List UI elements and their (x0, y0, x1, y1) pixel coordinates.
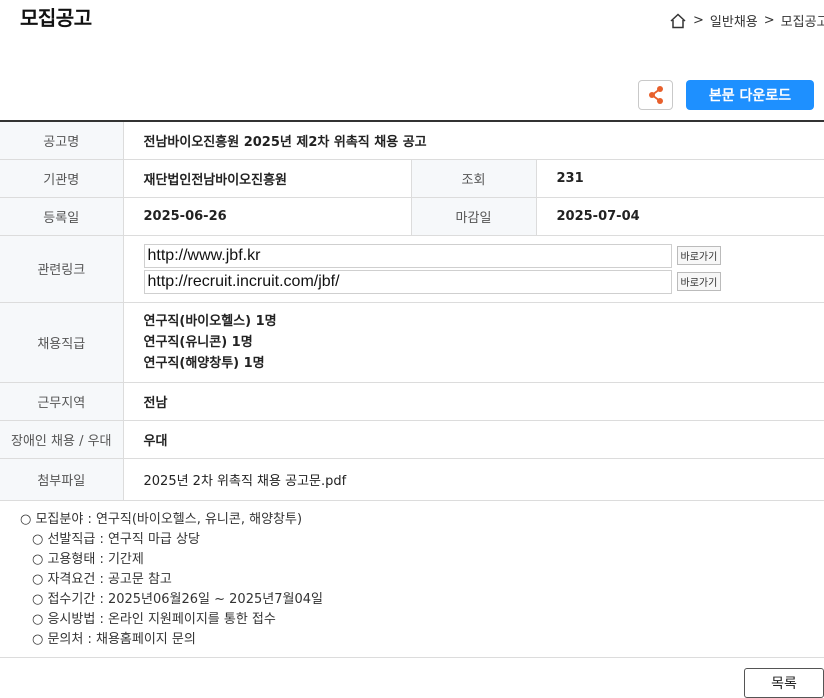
description-body: ○ 모집분야 : 연구직(바이오헬스, 유니콘, 해양창투) ○ 선발직급 : … (0, 500, 824, 658)
deadline-value: 2025-07-04 (536, 197, 824, 236)
link-row: http://www.jbf.kr 바로가기 (143, 243, 824, 268)
table-row: 관련링크 http://www.jbf.kr 바로가기 http://recru… (0, 235, 824, 303)
region-label: 근무지역 (0, 382, 124, 421)
breadcrumb-item-notice[interactable]: 모집공고 (781, 11, 824, 30)
links-cell: http://www.jbf.kr 바로가기 http://recruit.in… (123, 235, 824, 303)
description-line: ○ 모집분야 : 연구직(바이오헬스, 유니콘, 해양창투) (20, 512, 303, 527)
description-line: ○ 응시방법 : 온라인 지원페이지를 통한 접수 (32, 612, 276, 627)
reg-date-value: 2025-06-26 (123, 197, 411, 236)
table-row: 공고명 전남바이오진흥원 2025년 제2차 위촉직 채용 공고 (0, 121, 824, 160)
link-row: http://recruit.incruit.com/jbf/ 바로가기 (143, 269, 824, 294)
table-row: 첨부파일 2025년 2차 위촉직 채용 공고문.pdf (0, 458, 824, 501)
links-label: 관련링크 (0, 235, 124, 303)
description-line: ○ 고용형태 : 기간제 (32, 552, 144, 567)
link-url-field[interactable]: http://recruit.incruit.com/jbf/ (143, 269, 672, 294)
reg-date-label: 등록일 (0, 197, 124, 236)
go-button[interactable]: 바로가기 (676, 272, 722, 291)
title-value: 전남바이오진흥원 2025년 제2차 위촉직 채용 공고 (123, 121, 824, 160)
table-row: 근무지역 전남 (0, 382, 824, 421)
deadline-label: 마감일 (410, 197, 537, 236)
disabled-value: 우대 (123, 420, 824, 459)
breadcrumb: > 일반채용 > 모집공고 (669, 11, 824, 30)
org-value: 재단법인전남바이오진흥원 (123, 159, 411, 198)
positions-cell: 연구직(바이오헬스) 1명 연구직(유니콘) 1명 연구직(해양창투) 1명 (123, 302, 824, 383)
views-label: 조회 (410, 159, 537, 198)
table-row: 장애인 채용 / 우대 우대 (0, 420, 824, 459)
recruitment-info-table: 공고명 전남바이오진흥원 2025년 제2차 위촉직 채용 공고 기관명 재단법… (0, 120, 824, 501)
download-button[interactable]: 본문 다운로드 (686, 80, 814, 110)
page-title: 모집공고 (20, 6, 92, 30)
description-line: ○ 선발직급 : 연구직 마급 상당 (32, 532, 200, 547)
title-label: 공고명 (0, 121, 124, 160)
position-item: 연구직(바이오헬스) 1명 (143, 313, 277, 329)
list-button[interactable]: 목록 (744, 668, 824, 698)
breadcrumb-item-general[interactable]: 일반채용 (710, 11, 758, 30)
table-row: 채용직급 연구직(바이오헬스) 1명 연구직(유니콘) 1명 연구직(해양창투)… (0, 302, 824, 383)
positions-label: 채용직급 (0, 302, 124, 383)
description-line: ○ 문의처 : 채용홈페이지 문의 (32, 632, 196, 647)
attachment-label: 첨부파일 (0, 458, 124, 501)
share-icon (648, 86, 663, 104)
position-item: 연구직(유니콘) 1명 (143, 334, 253, 350)
breadcrumb-separator: > (763, 13, 775, 28)
go-button[interactable]: 바로가기 (676, 246, 722, 265)
table-row: 등록일 2025-06-26 마감일 2025-07-04 (0, 197, 824, 236)
region-value: 전남 (123, 382, 824, 421)
views-value: 231 (536, 159, 824, 198)
description-line: ○ 접수기간 : 2025년06월26일 ~ 2025년7월04일 (32, 592, 323, 607)
share-button[interactable] (638, 80, 673, 110)
link-url-field[interactable]: http://www.jbf.kr (143, 243, 672, 268)
breadcrumb-separator: > (693, 13, 704, 28)
home-icon[interactable] (669, 12, 687, 30)
description-line: ○ 자격요건 : 공고문 참고 (32, 572, 172, 587)
org-label: 기관명 (0, 159, 124, 198)
table-row: 기관명 재단법인전남바이오진흥원 조회 231 (0, 159, 824, 198)
attachment-link[interactable]: 2025년 2차 위촉직 채용 공고문.pdf (123, 458, 824, 501)
position-item: 연구직(해양창투) 1명 (143, 355, 265, 371)
disabled-label: 장애인 채용 / 우대 (0, 420, 124, 459)
